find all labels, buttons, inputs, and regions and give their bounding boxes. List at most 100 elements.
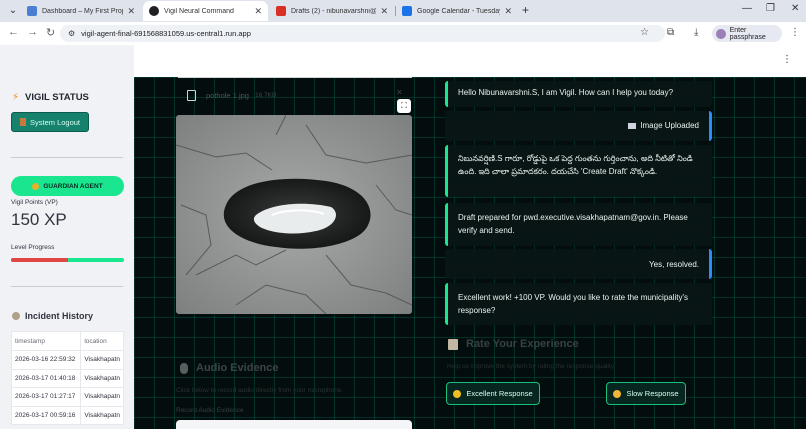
chat-message-assistant: Excellent work! +100 VP. Would you like …	[445, 283, 712, 325]
pothole-photo	[176, 115, 412, 314]
excellent-response-button[interactable]: Excellent Response	[446, 382, 540, 405]
message-text: Draft prepared for pwd.executive.visakha…	[458, 213, 688, 235]
location-cell: Visakhapatn	[80, 368, 124, 388]
table-row[interactable]: 2026-03-17 01:40:18 Visakhapatn	[10, 368, 124, 388]
rate-experience-title: Rate Your Experience	[466, 338, 579, 350]
main-panel: pothole 1.jpg 16.7KB ✕ ⛶ Audio Evidence …	[134, 77, 806, 429]
table-row[interactable]: 2026-03-17 01:27:17 Visakhapatn	[10, 387, 124, 407]
vigil-points-value: 150 XP	[11, 210, 67, 229]
dashboard-favicon-icon	[27, 6, 37, 16]
incident-history-text: Incident History	[25, 311, 94, 321]
remove-file-icon[interactable]: ✕	[396, 88, 403, 97]
vigil-status-text: VIGIL STATUS	[25, 92, 89, 103]
close-icon[interactable]: ✕	[380, 6, 388, 17]
close-icon[interactable]: ✕	[127, 6, 135, 17]
close-icon[interactable]: ✕	[254, 6, 262, 17]
rate-experience-heading: Rate Your Experience	[448, 338, 579, 350]
tab-vigil-neural-command[interactable]: Vigil Neural Command ✕	[143, 1, 268, 21]
system-logout-button[interactable]: System Logout	[11, 112, 89, 132]
uploader-border	[178, 77, 412, 78]
restore-icon[interactable]: ❐	[766, 3, 775, 14]
back-icon[interactable]: ←	[8, 26, 19, 38]
location-cell: Visakhapatn	[80, 350, 124, 370]
message-text: Image Uploaded	[640, 121, 699, 130]
gmail-favicon-icon	[276, 6, 286, 16]
door-icon	[19, 118, 26, 126]
divider	[11, 157, 123, 158]
image-icon	[628, 122, 637, 129]
chat-message-assistant: Draft prepared for pwd.executive.visakha…	[445, 203, 712, 246]
download-icon[interactable]: ⤓	[694, 27, 698, 38]
new-tab-icon[interactable]: +	[522, 3, 529, 17]
chat-message-assistant: Hello Nibunavarshni.S, I am Vigil. How c…	[445, 81, 712, 107]
browser-toolbar: ← → ↻ ⚙ vigil-agent-final-691568831059.u…	[0, 22, 806, 45]
slow-response-button[interactable]: Slow Response	[606, 382, 686, 405]
forward-icon[interactable]: →	[27, 26, 38, 38]
vigil-favicon-icon	[149, 6, 159, 16]
microphone-icon	[180, 362, 188, 374]
vigil-points-label: Vigil Points (VP)	[11, 199, 58, 206]
timestamp-cell: 2026-03-17 01:27:17	[10, 387, 82, 407]
site-info-icon[interactable]: ⚙	[68, 29, 75, 38]
file-name: pothole 1.jpg	[206, 90, 249, 100]
table-row[interactable]: 2026-03-17 00:59:16 Visakhapatn	[10, 405, 124, 425]
minimize-icon[interactable]: —	[742, 3, 752, 14]
url-text: vigil-agent-final-691568831059.us-centra…	[81, 29, 251, 38]
rate-experience-subtitle: Help us improve the system by rating the…	[447, 363, 616, 370]
tab-title: Vigil Neural Command	[164, 7, 234, 15]
chat-message-user: Image Uploaded	[445, 111, 712, 141]
file-size: 16.7KB	[254, 91, 277, 99]
app-header: ⋮	[134, 45, 806, 77]
profile-avatar	[716, 28, 726, 39]
chat-message-assistant: నిబునవర్షిణి.S గారూ, రోడ్డుపై ఒక పెద్ద గ…	[445, 145, 712, 197]
divider	[11, 286, 123, 287]
incident-history-heading: Incident History	[12, 311, 93, 321]
message-text: Yes, resolved.	[649, 260, 699, 269]
column-header-location[interactable]: location	[80, 331, 124, 351]
audio-evidence-heading: Audio Evidence	[180, 362, 279, 374]
logout-label: System Logout	[29, 117, 81, 127]
sidebar: ⚡ VIGIL STATUS System Logout GUARDIAN AG…	[0, 45, 134, 429]
passphrase-label: Enter passphrase	[729, 26, 766, 41]
app: ⚡ VIGIL STATUS System Logout GUARDIAN AG…	[0, 45, 806, 429]
tab-google-calendar[interactable]: Google Calendar - Tuesday, M ✕	[396, 1, 518, 21]
guardian-agent-badge: GUARDIAN AGENT	[11, 176, 124, 196]
bookmark-star-icon[interactable]: ☆	[640, 27, 649, 38]
browser-tab-bar: ⌄ Dashboard – My First Project – ✕ Vigil…	[0, 0, 806, 22]
address-bar[interactable]: ⚙ vigil-agent-final-691568831059.us-cent…	[60, 25, 665, 42]
vigil-status-heading: ⚡ VIGIL STATUS	[12, 92, 89, 103]
message-text: Excellent work! +100 VP. Would you like …	[458, 293, 689, 315]
clock-icon	[12, 312, 20, 320]
audio-evidence-subtitle: Click below to record audio directly fro…	[176, 387, 344, 394]
record-audio-widget[interactable]	[176, 420, 412, 429]
passphrase-button[interactable]: Enter passphrase	[712, 25, 782, 42]
browser-menu-icon[interactable]: ⋮	[790, 27, 800, 38]
chat-message-user: Yes, resolved.	[445, 249, 712, 279]
table-row[interactable]: 2026-03-16 22:59:32 Visakhapatn	[10, 350, 124, 370]
file-icon	[187, 89, 196, 101]
column-header-timestamp[interactable]: timestamp	[10, 331, 82, 351]
record-audio-label: Record Audio Evidence	[176, 407, 244, 414]
tab-title: Google Calendar - Tuesday, M	[417, 7, 500, 15]
extensions-icon[interactable]: ⧉	[667, 27, 674, 38]
level-progress-label: Level Progress	[11, 244, 55, 251]
tab-gmail-drafts[interactable]: Drafts (2) - nibunavarshni@gm ✕	[270, 1, 394, 21]
fullscreen-icon[interactable]: ⛶	[397, 99, 411, 113]
window-close-icon[interactable]: ✕	[791, 3, 799, 14]
agent-badge-label: GUARDIAN AGENT	[43, 182, 103, 190]
tab-search-icon[interactable]: ⌄	[6, 4, 20, 18]
timestamp-cell: 2026-03-17 00:59:16	[10, 405, 82, 425]
tab-title: Drafts (2) - nibunavarshni@gm	[291, 7, 377, 15]
location-cell: Visakhapatn	[80, 387, 124, 407]
app-menu-icon[interactable]: ⋮	[782, 54, 792, 65]
close-icon[interactable]: ✕	[504, 6, 512, 17]
tab-dashboard[interactable]: Dashboard – My First Project – ✕	[21, 1, 141, 21]
reload-icon[interactable]: ↻	[46, 26, 55, 39]
level-progress-fill	[11, 258, 68, 262]
timestamp-cell: 2026-03-17 01:40:18	[10, 368, 82, 388]
sad-face-icon	[613, 389, 622, 398]
audio-evidence-title: Audio Evidence	[196, 362, 279, 374]
calendar-favicon-icon	[402, 6, 412, 16]
pothole-image-icon	[176, 115, 412, 314]
guardian-icon	[32, 182, 40, 190]
